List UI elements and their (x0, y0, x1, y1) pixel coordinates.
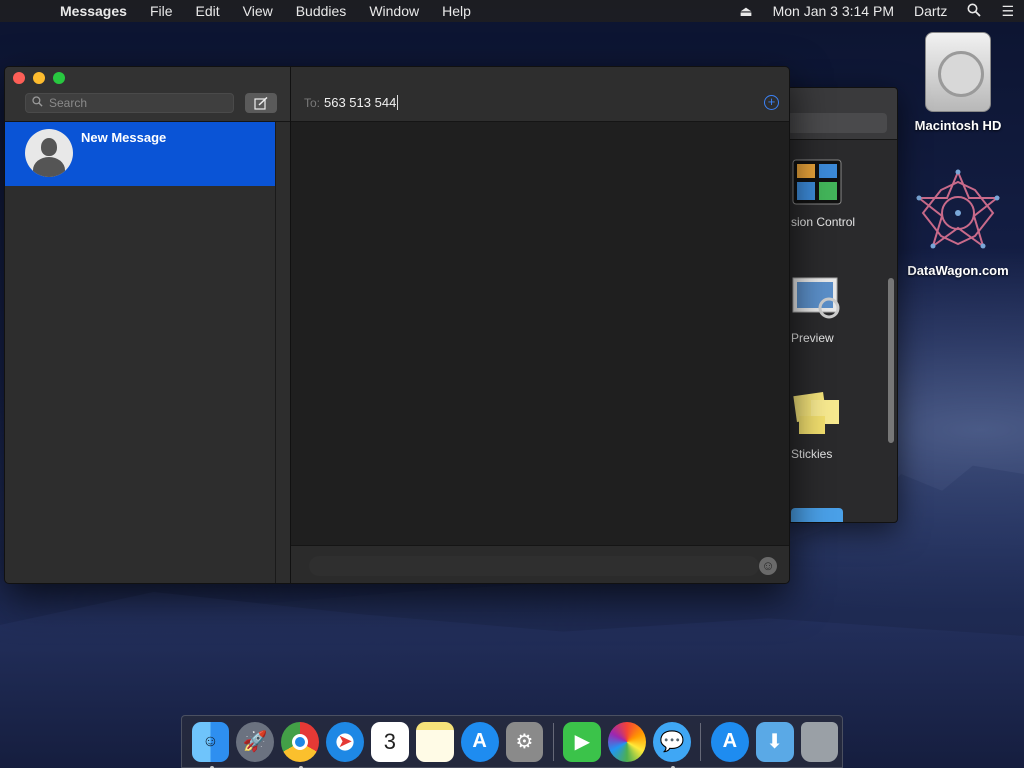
window-controls (13, 72, 65, 84)
clock[interactable]: Mon Jan 3 3:14 PM (773, 3, 894, 19)
menu-file[interactable]: File (150, 3, 173, 19)
compose-icon (254, 96, 268, 110)
app-store-download-icon[interactable]: A (710, 721, 749, 762)
message-transcript (291, 122, 789, 545)
trash-icon[interactable] (800, 721, 839, 762)
search-input[interactable]: Search (25, 93, 234, 113)
recipient-bar: To: 563 513 544 + (291, 67, 789, 122)
facetime-icon[interactable]: ▶ (563, 721, 602, 762)
add-contact-icon[interactable]: + (764, 95, 779, 110)
preview-icon (792, 277, 840, 319)
menu-edit[interactable]: Edit (196, 3, 220, 19)
messages-window: Search New Message To: 563 513 544 + ☺ (4, 66, 790, 584)
dock: ☺ 🚀 ➤ 3 A ⚙ ▶ 💬 A ⬇ (181, 715, 843, 768)
calendar-day: 3 (383, 728, 396, 754)
menu-window[interactable]: Window (369, 3, 419, 19)
downloads-folder-icon[interactable]: ⬇ (755, 721, 794, 762)
mission-control-icon (792, 159, 842, 205)
eject-icon[interactable]: ⏏ (739, 3, 752, 20)
menu-view[interactable]: View (243, 3, 273, 19)
safari-icon[interactable]: ➤ (326, 721, 364, 762)
finder-app-label: Stickies (791, 447, 833, 461)
photos-icon[interactable] (608, 721, 647, 762)
desktop-icon-datawagon[interactable]: DataWagon.com (898, 168, 1018, 278)
dock-separator (552, 722, 554, 761)
finder-app-label: sion Control (791, 215, 856, 229)
spotlight-icon[interactable] (967, 3, 982, 20)
messages-sidebar: Search New Message (5, 67, 291, 583)
chrome-icon[interactable] (281, 721, 320, 768)
finder-app-stickies[interactable]: Stickies (791, 390, 861, 461)
finder-scrollbar[interactable] (888, 278, 894, 443)
stickies-icon (793, 392, 839, 434)
calendar-icon[interactable]: 3 (370, 721, 409, 762)
finder-app-mission-control[interactable]: sion Control (791, 158, 861, 229)
close-button[interactable] (13, 72, 25, 84)
compose-button[interactable] (245, 93, 277, 113)
datawagon-logo-icon (916, 169, 1000, 249)
finder-search-field[interactable] (787, 113, 887, 133)
messages-icon[interactable]: 💬 (653, 721, 691, 768)
emoji-icon[interactable]: ☺ (759, 557, 777, 575)
hard-drive-icon (925, 32, 991, 112)
user-name[interactable]: Dartz (914, 3, 947, 19)
sidebar-header: Search (5, 67, 290, 122)
desktop-icon-label: DataWagon.com (907, 263, 1009, 278)
menu-buddies[interactable]: Buddies (296, 3, 347, 19)
avatar (25, 129, 73, 177)
menu-bar: Messages File Edit View Buddies Window H… (0, 0, 1024, 22)
menu-help[interactable]: Help (442, 3, 471, 19)
conversation-item-new-message[interactable]: New Message (5, 122, 275, 186)
notification-center-icon[interactable]: ☰ (1001, 3, 1014, 20)
dock-separator (700, 722, 702, 761)
finder-icon[interactable]: ☺ (191, 721, 230, 768)
sidebar-resize-handle[interactable] (275, 122, 276, 583)
search-placeholder: Search (49, 96, 88, 110)
minimize-button[interactable] (33, 72, 45, 84)
to-label: To: (304, 96, 321, 110)
launchpad-icon[interactable]: 🚀 (236, 721, 275, 762)
folder-icon (791, 508, 843, 522)
recipient-input[interactable]: 563 513 544 (324, 95, 399, 110)
system-preferences-icon[interactable]: ⚙ (505, 721, 544, 762)
desktop-icon-macintosh-hd[interactable]: Macintosh HD (898, 32, 1018, 133)
desktop-icon-label: Macintosh HD (914, 118, 1002, 133)
finder-app-label: Preview (791, 331, 834, 345)
finder-app-preview[interactable]: Preview (791, 274, 861, 345)
status-area: ⏏ Mon Jan 3 3:14 PM Dartz ☰ (719, 3, 1014, 20)
app-store-icon[interactable]: A (460, 721, 499, 762)
search-icon (32, 96, 43, 110)
conversation-pane: To: 563 513 544 + ☺ (291, 67, 789, 583)
finder-window-background[interactable]: sion Control Preview Stickies (780, 87, 898, 523)
message-compose-bar: ☺ (291, 545, 789, 583)
message-input[interactable] (309, 556, 759, 576)
conversation-title: New Message (81, 130, 167, 145)
person-silhouette-body (33, 157, 65, 177)
finder-toolbar (781, 88, 897, 140)
person-silhouette-icon (41, 138, 57, 156)
zoom-button[interactable] (53, 72, 65, 84)
menu-messages[interactable]: Messages (60, 3, 127, 19)
notes-icon[interactable] (415, 721, 454, 762)
